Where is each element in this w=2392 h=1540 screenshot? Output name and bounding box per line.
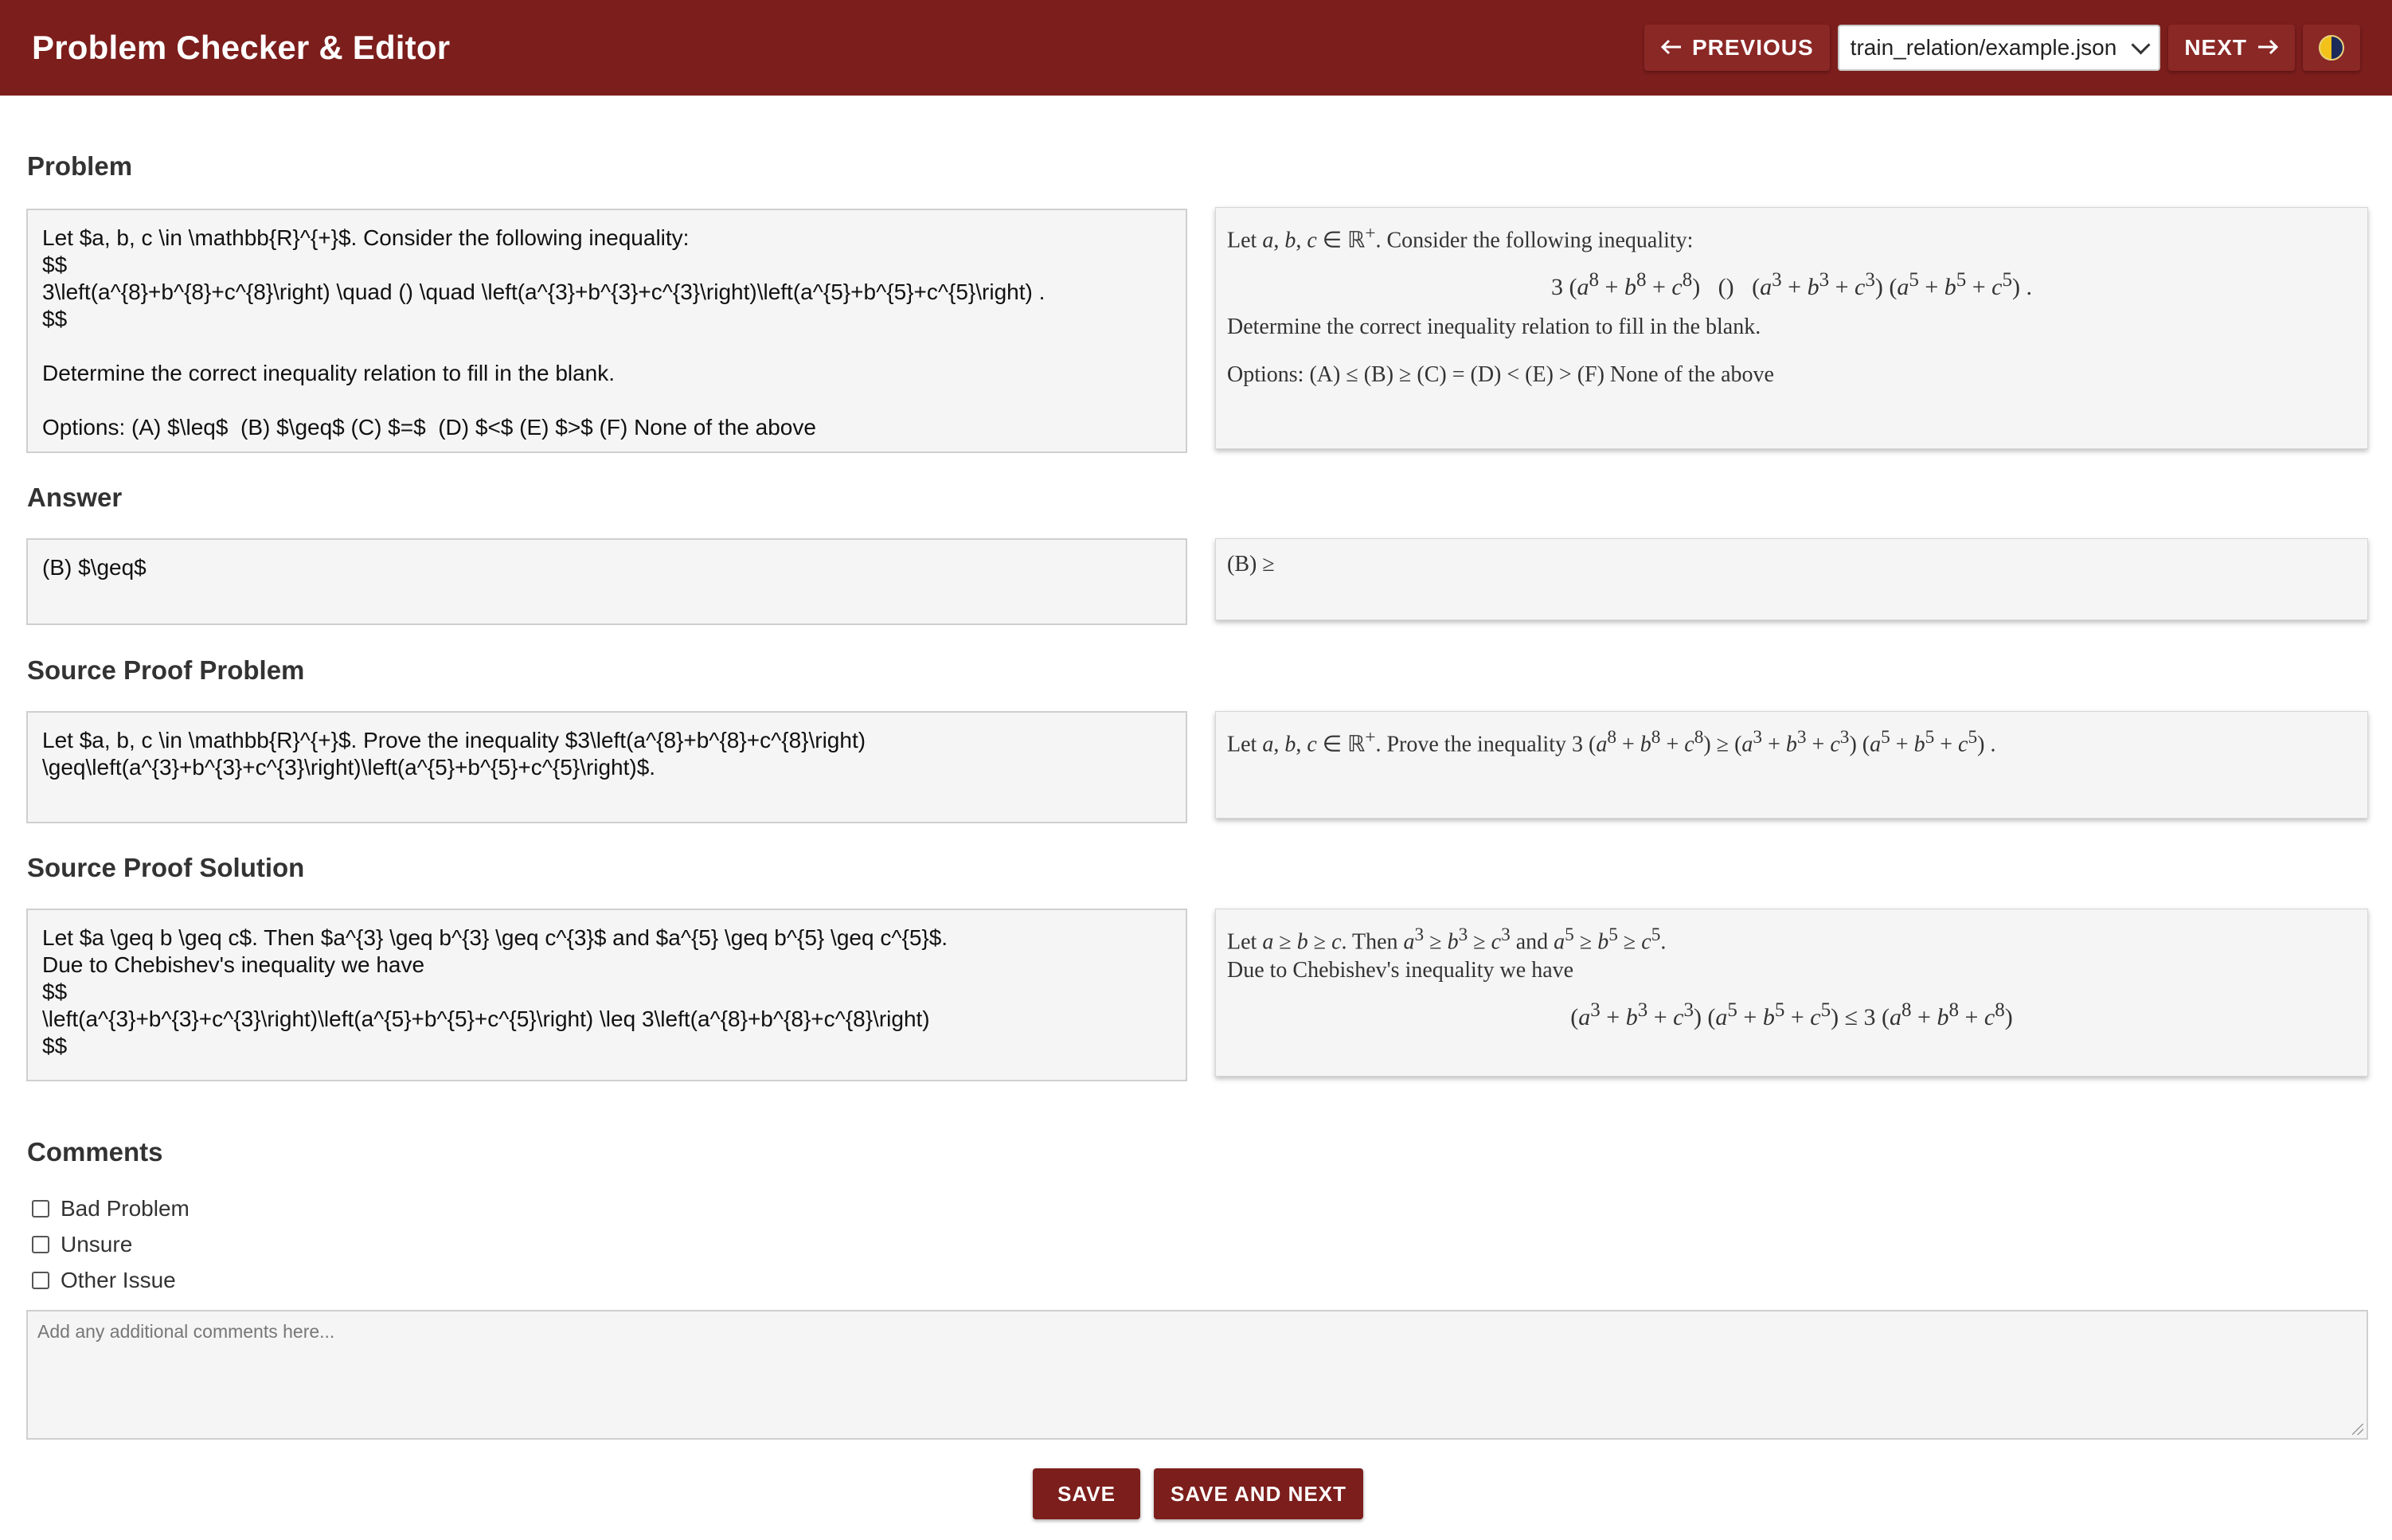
theme-toggle-button[interactable] bbox=[2303, 25, 2360, 71]
comments-textarea[interactable]: Add any additional comments here... bbox=[26, 1310, 2368, 1440]
checkbox-unsure[interactable]: Unsure bbox=[32, 1232, 132, 1257]
answer-preview: (B) ≥ bbox=[1215, 538, 2368, 620]
problem-preview: Let a, b, c ∈ ℝ+. Consider the following… bbox=[1215, 207, 2368, 449]
file-navigation: PREVIOUS train_relation/example.json NEX… bbox=[1644, 25, 2360, 71]
solution-preview-line2: Due to Chebishev's inequality we have bbox=[1227, 958, 1574, 983]
problem-preview-options: Options: (A) ≤ (B) ≥ (C) = (D) < (E) > (… bbox=[1227, 362, 1774, 388]
checkbox-bad-problem[interactable]: Bad Problem bbox=[32, 1196, 190, 1221]
previous-button[interactable]: PREVIOUS bbox=[1644, 25, 1830, 71]
answer-source-editor[interactable]: (B) $\geq$ bbox=[26, 538, 1187, 625]
theme-icon bbox=[2319, 35, 2344, 61]
problem-preview-intro: Let a, b, c ∈ ℝ+. Consider the following… bbox=[1227, 223, 1694, 253]
source-problem-preview: Let a, b, c ∈ ℝ+. Prove the inequality 3… bbox=[1215, 711, 2368, 819]
chevron-down-icon bbox=[2131, 34, 2151, 55]
top-app-bar: Problem Checker & Editor PREVIOUS train_… bbox=[0, 0, 2392, 96]
arrow-left-icon bbox=[1660, 35, 1683, 61]
checkbox-square[interactable] bbox=[32, 1200, 49, 1218]
next-label: NEXT bbox=[2184, 35, 2247, 60]
problem-source-editor[interactable]: Let $a, b, c \in \mathbb{R}^{+}$. Consid… bbox=[26, 209, 1187, 453]
previous-label: PREVIOUS bbox=[1691, 35, 1814, 60]
checkbox-label: Other Issue bbox=[61, 1268, 176, 1292]
arrow-right-icon bbox=[2257, 35, 2279, 61]
source-problem-heading: Source Proof Problem bbox=[27, 655, 305, 685]
problem-heading: Problem bbox=[27, 151, 133, 181]
source-problem-editor[interactable]: Let $a, b, c \in \mathbb{R}^{+}$. Prove … bbox=[26, 711, 1187, 823]
checkbox-label: Bad Problem bbox=[61, 1196, 190, 1221]
save-and-next-button[interactable]: SAVE AND NEXT bbox=[1154, 1468, 1363, 1519]
file-select-value: train_relation/example.json bbox=[1850, 35, 2117, 60]
source-solution-preview: Let a ≥ b ≥ c. Then a3 ≥ b3 ≥ c3 and a5 … bbox=[1215, 909, 2368, 1077]
app-title: Problem Checker & Editor bbox=[32, 29, 451, 66]
comments-placeholder: Add any additional comments here... bbox=[37, 1321, 335, 1342]
checkbox-other-issue[interactable]: Other Issue bbox=[32, 1268, 176, 1293]
problem-preview-question: Determine the correct inequality relatio… bbox=[1227, 315, 1761, 340]
checkbox-square[interactable] bbox=[32, 1272, 49, 1289]
file-select[interactable]: train_relation/example.json bbox=[1837, 25, 2161, 71]
comments-heading: Comments bbox=[27, 1137, 163, 1167]
source-solution-heading: Source Proof Solution bbox=[27, 853, 305, 882]
problem-preview-equation: 3 (a8 + b8 + c8) () (a3 + b3 + c3) (a5 +… bbox=[1551, 269, 2032, 301]
answer-heading: Answer bbox=[27, 483, 123, 512]
source-solution-editor[interactable]: Let $a \geq b \geq c$. Then $a^{3} \geq … bbox=[26, 909, 1187, 1081]
next-button[interactable]: NEXT bbox=[2168, 25, 2295, 71]
checkbox-square[interactable] bbox=[32, 1236, 49, 1253]
solution-preview-equation: (a3 + b3 + c3) (a5 + b5 + c5) ≤ 3 (a8 + … bbox=[1570, 999, 2013, 1031]
save-button[interactable]: SAVE bbox=[1033, 1468, 1140, 1519]
resize-handle-icon[interactable] bbox=[2352, 1424, 2363, 1435]
checkbox-label: Unsure bbox=[61, 1232, 133, 1257]
